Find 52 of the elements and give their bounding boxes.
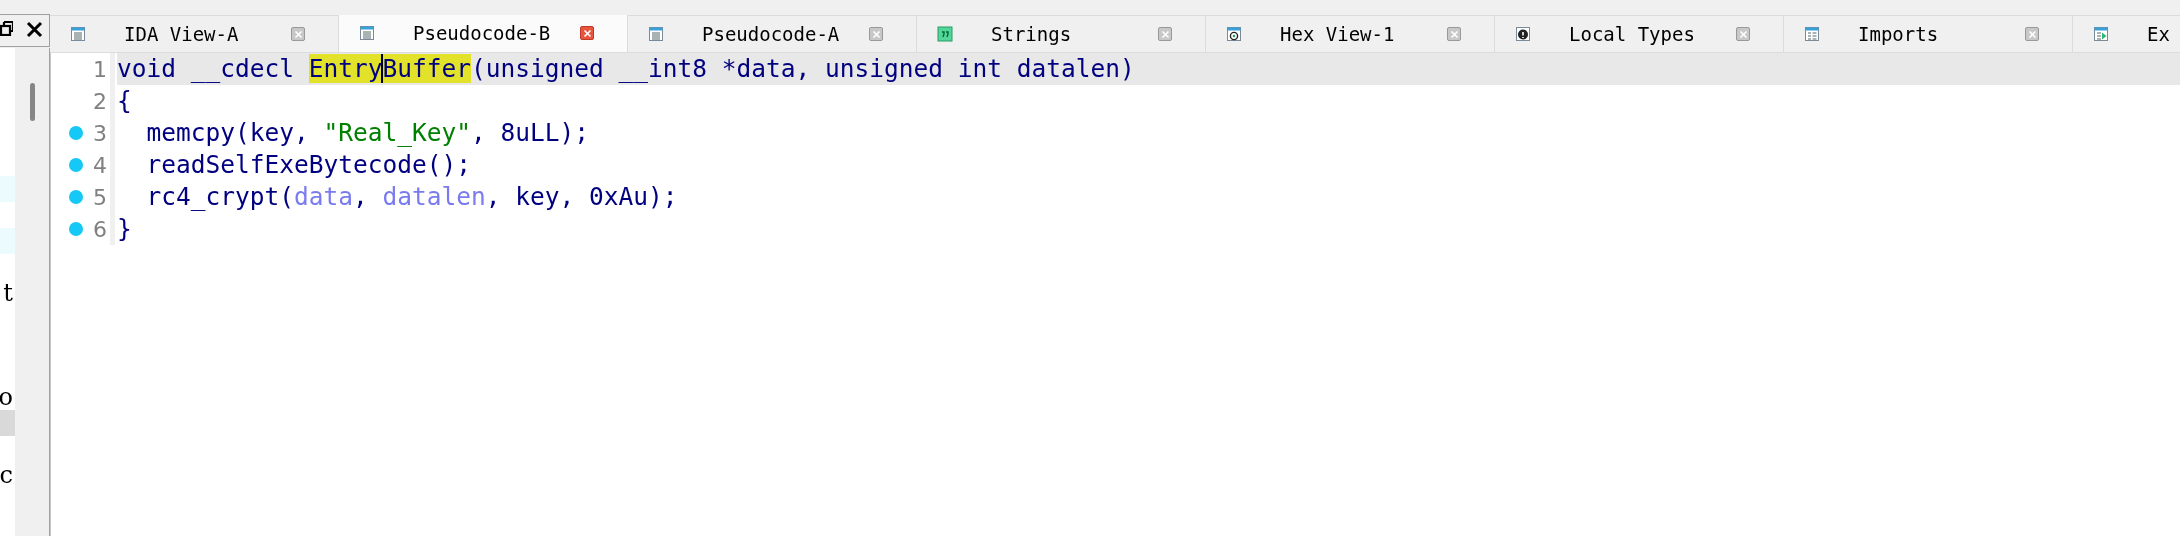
close-icon (1449, 29, 1459, 39)
code-line: memcpy(key, "Real_Key", 8uLL); (145, 117, 591, 149)
tab[interactable]: Strings (917, 15, 1206, 52)
close-tab-button[interactable] (1447, 27, 1461, 41)
close-button[interactable] (26, 21, 43, 38)
close-icon (871, 29, 881, 39)
line-number: 6 (93, 216, 107, 242)
list-text: c (0, 462, 13, 488)
tab[interactable]: Pseudocode-B (339, 15, 628, 52)
close-icon (2027, 29, 2037, 39)
breakpoint-dot-icon[interactable] (69, 126, 83, 140)
list-window-icon (1804, 26, 1820, 42)
list-text: o (0, 384, 13, 410)
close-icon (582, 28, 592, 38)
code-line: } (117, 213, 133, 245)
line-number: 1 (93, 56, 107, 82)
round-window-icon (1226, 26, 1242, 42)
breakpoint-dot-icon[interactable] (69, 222, 83, 236)
tab[interactable]: Imports (1784, 15, 2073, 52)
close-tab-button[interactable] (869, 27, 883, 41)
line-number: 4 (93, 152, 107, 178)
close-tab-button[interactable] (1158, 27, 1172, 41)
list-window-icon (70, 26, 86, 42)
code-line: { (117, 85, 133, 117)
close-icon (1738, 29, 1748, 39)
line-number: 3 (93, 120, 107, 146)
breakpoint-dot-icon[interactable] (69, 190, 83, 204)
code-line: readSelfExeBytecode(); (145, 149, 472, 181)
tab[interactable]: Hex View-1 (1206, 15, 1495, 52)
breakpoint-dot-icon[interactable] (69, 158, 83, 172)
close-tab-button[interactable] (2025, 27, 2039, 41)
close-icon (1160, 29, 1170, 39)
list-window-icon (359, 25, 375, 41)
arrow-window-icon (2093, 26, 2109, 42)
list-text: t (2, 280, 13, 306)
code-line: rc4_crypt(data, datalen, key, 0xAu); (145, 181, 679, 213)
scrollbar[interactable] (15, 48, 49, 536)
quote-mark-icon (937, 26, 953, 42)
close-icon (293, 29, 303, 39)
scrollbar-thumb[interactable] (30, 83, 35, 121)
selected-row (0, 410, 15, 436)
restore-icon[interactable] (0, 21, 13, 36)
close-tab-button[interactable] (580, 26, 594, 40)
line-number: 5 (93, 184, 107, 210)
list-window-icon (648, 26, 664, 42)
info-icon (1515, 26, 1531, 42)
line-number: 2 (93, 88, 107, 114)
close-tab-button[interactable] (291, 27, 305, 41)
tab[interactable]: IDA View-A (50, 15, 339, 52)
tab[interactable]: Local Types (1495, 15, 1784, 52)
tab[interactable]: Pseudocode-A (628, 15, 917, 52)
close-tab-button[interactable] (1736, 27, 1750, 41)
